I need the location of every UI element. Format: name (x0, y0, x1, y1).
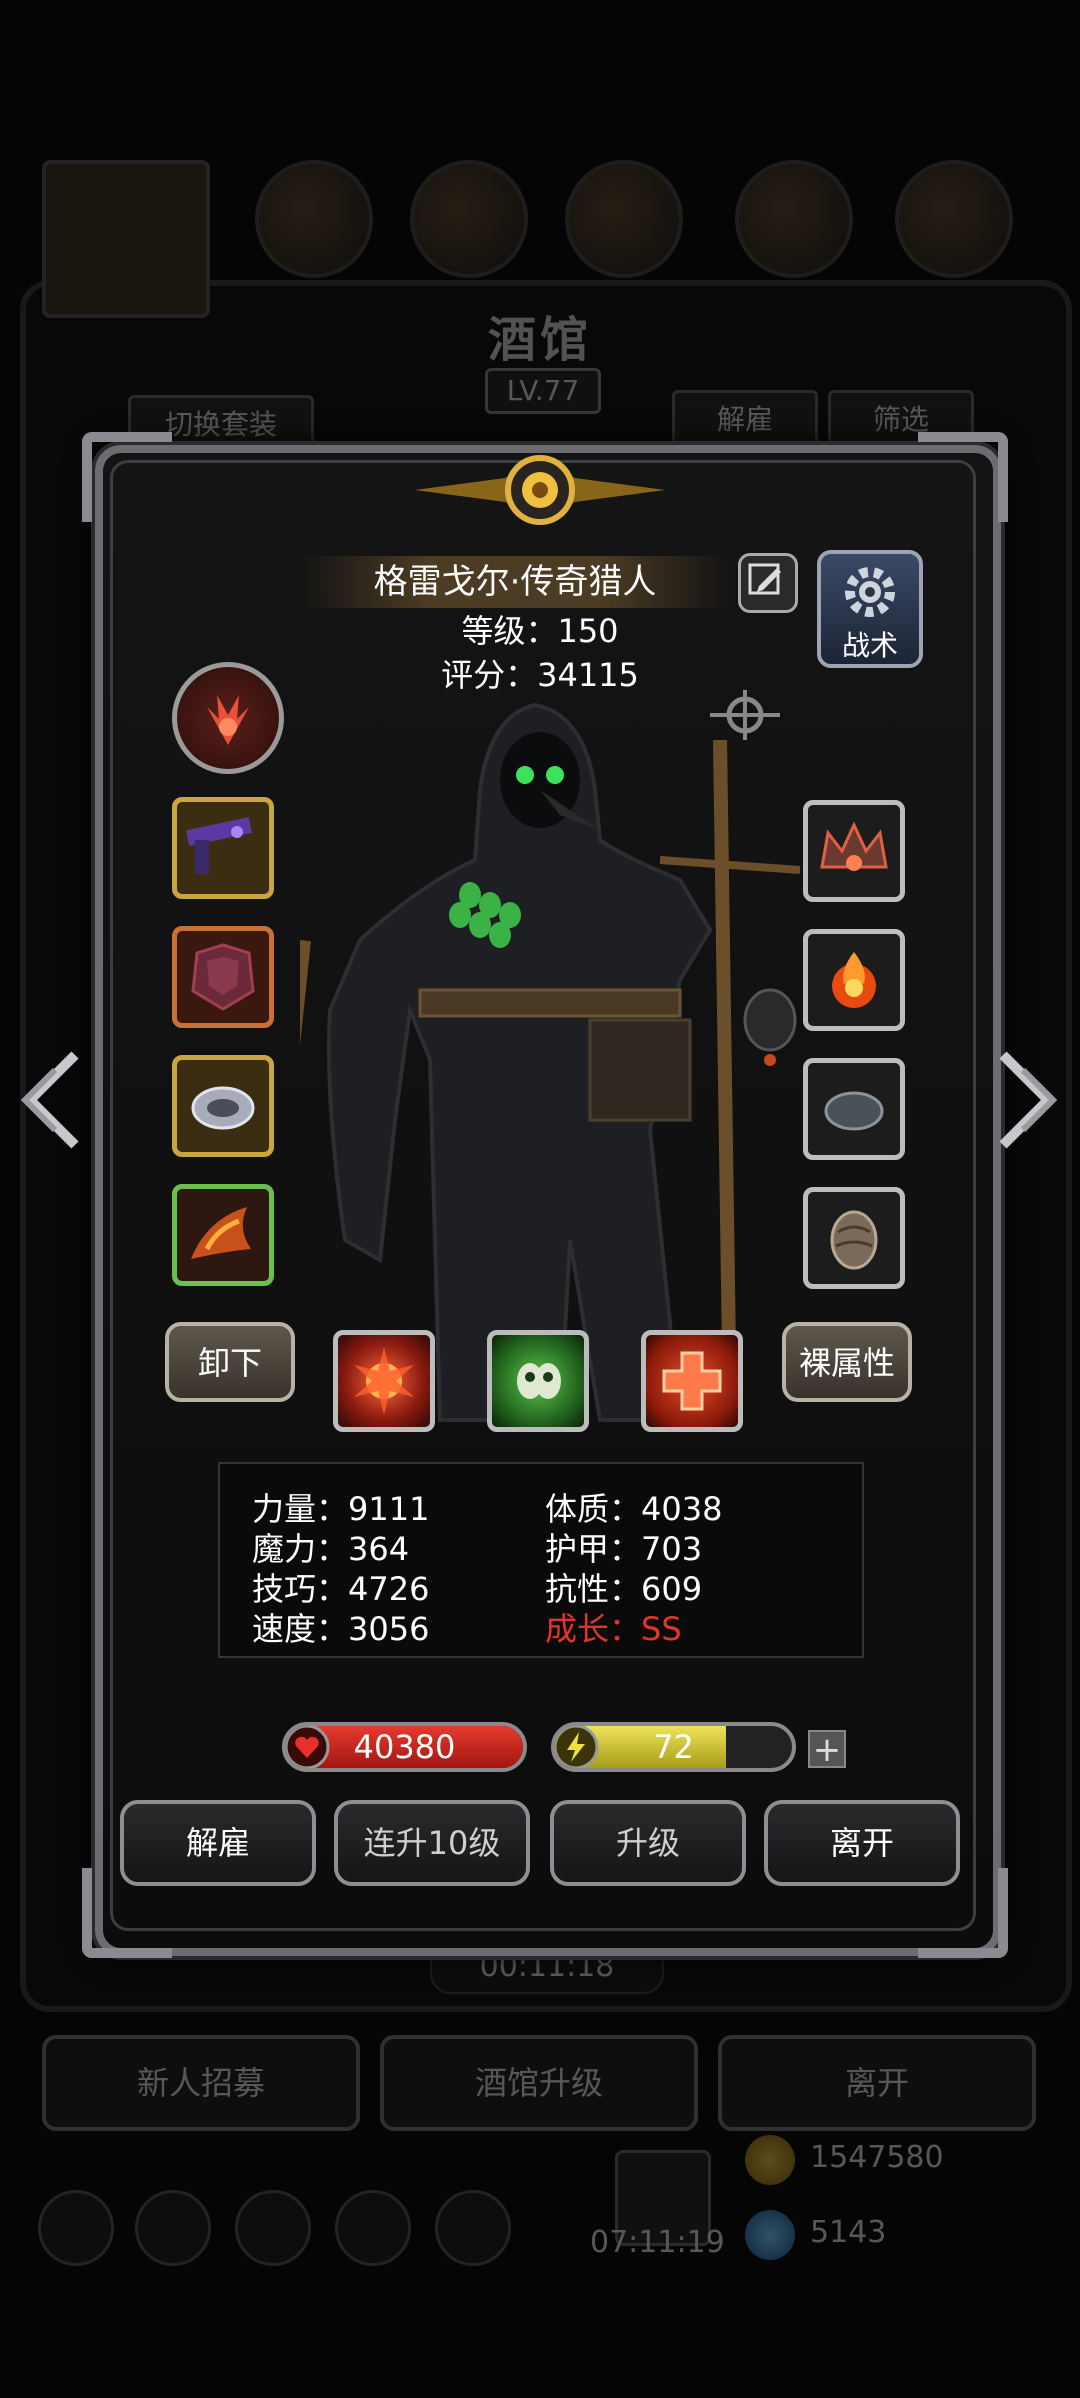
hero-level: 等级：150 (461, 612, 619, 650)
silver-gauntlet-icon (191, 1086, 255, 1130)
gem-amount: 5143 (810, 2215, 887, 2250)
hp-bar: 40380 (282, 1722, 527, 1772)
gold-amount: 1547580 (810, 2140, 944, 2175)
fire-horn-icon (191, 1207, 251, 1259)
background-round-icon (735, 160, 853, 278)
stat-growth: 成长：SS (545, 1610, 682, 1648)
background-menu-icon (335, 2190, 411, 2266)
frame-corner-ornament (82, 432, 172, 522)
background-dismiss-button: 解雇 (672, 390, 818, 450)
gold-coin-icon (745, 2135, 795, 2185)
upgrade-button[interactable]: 升级 (550, 1800, 746, 1886)
gear-icon (845, 567, 895, 617)
unequip-button[interactable]: 卸下 (165, 1322, 295, 1402)
explosion-skill-icon (354, 1347, 414, 1415)
base-attributes-button[interactable]: 裸属性 (782, 1322, 912, 1402)
emblem-slot[interactable] (172, 662, 284, 774)
background-round-icon (895, 160, 1013, 278)
shell-icon (830, 1210, 878, 1270)
heal-cross-skill-icon (662, 1351, 722, 1411)
background-round-icon (255, 160, 373, 278)
chest-armor-icon (191, 943, 255, 1011)
armor-slot[interactable] (172, 926, 274, 1028)
shell-slot[interactable] (803, 1187, 905, 1289)
gem-icon (745, 2210, 795, 2260)
background-round-icon (410, 160, 528, 278)
pencil-icon (748, 563, 781, 595)
helmet-slot[interactable] (803, 800, 905, 902)
background-top-icons (0, 160, 1080, 300)
background-menu-icon (38, 2190, 114, 2266)
leave-button[interactable]: 离开 (764, 1800, 960, 1886)
previous-hero-arrow-icon[interactable] (15, 1045, 85, 1155)
fireball-icon (832, 952, 876, 1008)
tactic-label: 战术 (841, 629, 898, 662)
next-hero-arrow-icon[interactable] (993, 1045, 1063, 1155)
background-menu-icon (235, 2190, 311, 2266)
tactic-button[interactable]: 战术 (817, 550, 923, 668)
ring-slot[interactable] (172, 1055, 274, 1157)
lightning-icon (555, 1726, 599, 1768)
edit-name-button[interactable] (738, 553, 798, 613)
frame-corner-ornament (918, 432, 1008, 522)
weapon-slot[interactable] (172, 797, 274, 899)
hero-character-portrait (300, 690, 801, 1422)
skill-slot-2[interactable] (487, 1330, 589, 1432)
flame-crest-icon (207, 695, 249, 745)
dismiss-button[interactable]: 解雇 (120, 1800, 316, 1886)
stats-panel: 力量：9111 魔力：364 技巧：4726 速度：3056 体质：4038 护… (218, 1462, 864, 1658)
background-bottom-timer: 07:11:19 (590, 2225, 725, 2260)
background-menu-icon (135, 2190, 211, 2266)
accessory-slot[interactable] (172, 1184, 274, 1286)
background-leave-button: 离开 (718, 2035, 1036, 2131)
heart-icon (286, 1726, 330, 1768)
level-up-10-button[interactable]: 连升10级 (334, 1800, 530, 1886)
hero-name: 格雷戈尔·传奇猎人 (300, 556, 730, 608)
plague-mask-skill-icon (517, 1363, 561, 1399)
recruit-button: 新人招募 (42, 2035, 360, 2131)
upgrade-tavern-button: 酒馆升级 (380, 2035, 698, 2131)
background-title: 酒馆 (487, 312, 592, 368)
stone-icon (824, 1091, 884, 1131)
crown-icon (820, 821, 888, 871)
skill-slot-1[interactable] (333, 1330, 435, 1432)
add-energy-button[interactable]: + (808, 1730, 846, 1768)
emblem-ornament (415, 455, 665, 525)
background-round-icon (565, 160, 683, 278)
stone-slot[interactable] (803, 1058, 905, 1160)
background-menu-icon (435, 2190, 511, 2266)
fire-orb-slot[interactable] (803, 929, 905, 1031)
skill-slot-3[interactable] (641, 1330, 743, 1432)
background-level-badge: LV.77 (485, 368, 601, 414)
energy-bar: 72 (551, 1722, 796, 1772)
stat-speed: 速度：3056 (252, 1610, 430, 1648)
gun-icon (185, 817, 252, 874)
